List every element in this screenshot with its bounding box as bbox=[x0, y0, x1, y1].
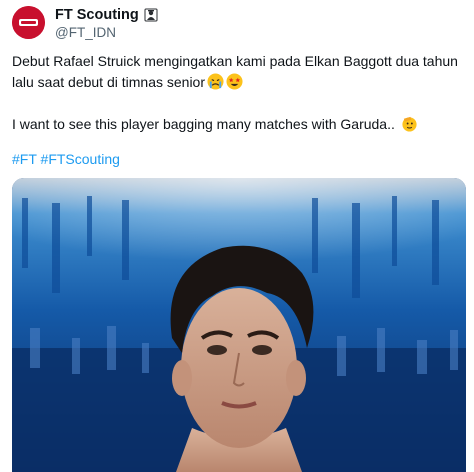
hashtag-row: #FT #FTScouting bbox=[12, 149, 462, 170]
name-row: FT Scouting bbox=[55, 7, 158, 23]
tweet-line-3: I want to see this player bagging many m… bbox=[12, 114, 462, 135]
tweet-card: FT Scouting @FT_IDN Debut Rafael Struick… bbox=[0, 0, 474, 472]
tweet-line-2-text: lalu saat debut di timnas senior bbox=[12, 74, 205, 90]
tweet-line-1: Debut Rafael Struick mengingatkan kami p… bbox=[12, 53, 458, 69]
player-photo-illustration bbox=[12, 178, 466, 472]
avatar[interactable] bbox=[12, 6, 45, 39]
author-handle[interactable]: @FT_IDN bbox=[55, 25, 158, 40]
affiliated-org-badge-icon[interactable] bbox=[144, 8, 158, 22]
player-portrait-photo[interactable] bbox=[12, 178, 466, 472]
hashtag-ftscouting[interactable]: #FTScouting bbox=[41, 151, 120, 167]
display-name[interactable]: FT Scouting bbox=[55, 7, 139, 23]
ft-logo-icon bbox=[12, 6, 45, 39]
hashtag-ft[interactable]: #FT bbox=[12, 151, 37, 167]
crying-face-emoji-icon bbox=[207, 73, 224, 90]
star-struck-emoji-icon bbox=[226, 73, 243, 90]
tweet-line-3-text: I want to see this player bagging many m… bbox=[12, 116, 395, 132]
tweet-text: Debut Rafael Struick mengingatkan kami p… bbox=[12, 51, 462, 170]
tweet-header: FT Scouting @FT_IDN bbox=[12, 6, 158, 40]
tweet-line-2: lalu saat debut di timnas senior bbox=[12, 72, 462, 93]
author-names: FT Scouting @FT_IDN bbox=[55, 6, 158, 40]
saluting-face-emoji-icon bbox=[402, 116, 417, 132]
